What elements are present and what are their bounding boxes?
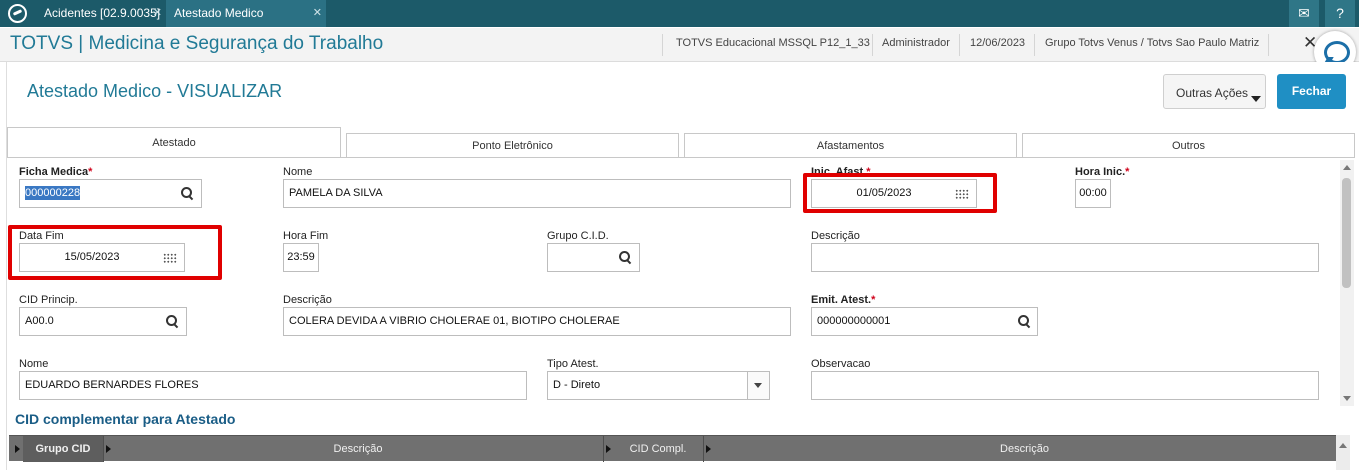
nome-label: Nome bbox=[283, 166, 313, 178]
nome-emit-label: Nome bbox=[19, 358, 49, 370]
scroll-down-icon[interactable] bbox=[1343, 396, 1351, 401]
page-title: Atestado Medico - VISUALIZAR bbox=[27, 81, 283, 101]
hora-inic-label: Hora Inic.* bbox=[1075, 166, 1130, 178]
cid-princip-label: CID Princip. bbox=[19, 294, 78, 306]
grupo-cid-label: Grupo C.I.D. bbox=[547, 230, 609, 242]
descricao-cid-label: Descrição bbox=[283, 294, 332, 306]
search-icon[interactable] bbox=[1018, 315, 1030, 327]
divider bbox=[662, 34, 663, 56]
help-icon[interactable]: ? bbox=[1325, 0, 1355, 27]
close-tab-icon[interactable]: ✕ bbox=[313, 0, 322, 27]
app-title: TOTVS | Medicina e Segurança do Trabalho bbox=[10, 33, 384, 54]
mail-icon[interactable]: ✉ bbox=[1289, 0, 1319, 27]
totvs-logo-icon[interactable] bbox=[8, 4, 27, 23]
chevron-down-icon[interactable] bbox=[747, 372, 769, 399]
grid-scrollbar[interactable] bbox=[1336, 435, 1350, 470]
search-icon[interactable] bbox=[181, 187, 193, 199]
top-bar: Acidentes [02.9.0035] ✕ Atestado Medico … bbox=[0, 0, 1359, 47]
column-divider bbox=[703, 436, 704, 462]
company-label: Grupo Totvs Venus / Totvs Sao Paulo Matr… bbox=[1045, 37, 1260, 49]
descricao-input[interactable] bbox=[811, 243, 1319, 272]
divider bbox=[872, 34, 873, 56]
descricao-cid-input[interactable]: COLERA DEVIDA A VIBRIO CHOLERAE 01, BIOT… bbox=[283, 307, 791, 336]
search-icon[interactable] bbox=[166, 315, 178, 327]
close-tab-icon[interactable]: ✕ bbox=[153, 0, 162, 27]
divider bbox=[1268, 34, 1269, 56]
cid-section-title: CID complementar para Atestado bbox=[15, 411, 236, 427]
fechar-button[interactable]: Fechar bbox=[1277, 74, 1346, 109]
divider bbox=[1034, 34, 1035, 56]
column-grupo-cid[interactable]: Grupo CID bbox=[23, 436, 103, 462]
column-descricao[interactable]: Descrição bbox=[113, 436, 603, 462]
tab-ponto-eletronico[interactable]: Ponto Eletrônico bbox=[346, 133, 679, 157]
app-header: TOTVS | Medicina e Segurança do Trabalho… bbox=[0, 28, 1359, 62]
tab-atestado[interactable]: Atestado bbox=[7, 127, 341, 158]
tipo-atest-value: D - Direto bbox=[553, 379, 601, 391]
ficha-medica-label: Ficha Medica* bbox=[19, 166, 93, 178]
search-icon[interactable] bbox=[619, 251, 631, 263]
column-arrow-icon bbox=[606, 445, 611, 453]
caret-down-icon bbox=[1251, 96, 1261, 102]
ficha-medica-input[interactable]: 000000228 bbox=[19, 179, 202, 208]
observacao-input[interactable] bbox=[811, 371, 1319, 400]
column-divider bbox=[103, 436, 104, 462]
highlight-box bbox=[8, 225, 222, 280]
tipo-atest-label: Tipo Atest. bbox=[547, 358, 599, 370]
tab-outros[interactable]: Outros bbox=[1022, 133, 1355, 157]
tab-afastamentos[interactable]: Afastamentos bbox=[684, 133, 1017, 157]
cid-grid-header: Grupo CID Descrição CID Compl. Descrição bbox=[9, 435, 1336, 462]
scroll-up-icon[interactable] bbox=[1343, 165, 1351, 170]
hora-fim-input[interactable]: 23:59 bbox=[283, 243, 319, 272]
outras-acoes-label: Outras Ações bbox=[1176, 86, 1249, 100]
outras-acoes-button[interactable]: Outras Ações bbox=[1163, 74, 1266, 109]
column-descricao-compl[interactable]: Descrição bbox=[713, 436, 1336, 462]
column-arrow-icon bbox=[15, 445, 20, 453]
descricao-label: Descrição bbox=[811, 230, 860, 242]
form-scrollbar[interactable] bbox=[1340, 160, 1354, 406]
ficha-medica-value: 000000228 bbox=[25, 186, 81, 200]
tab-atestado-medico[interactable]: Atestado Medico [02.9.0035] ✕ bbox=[166, 0, 326, 47]
user-label: Administrador bbox=[882, 37, 950, 49]
tab-label: Acidentes [02.9.0035] bbox=[44, 6, 161, 20]
column-arrow-icon bbox=[106, 445, 111, 453]
tab-acidentes[interactable]: Acidentes [02.9.0035] ✕ bbox=[36, 0, 166, 27]
nome-emit-input[interactable]: EDUARDO BERNARDES FLORES bbox=[19, 371, 527, 400]
observacao-label: Observacao bbox=[811, 358, 871, 370]
column-cid-compl[interactable]: CID Compl. bbox=[613, 436, 703, 462]
tipo-atest-select[interactable]: D - Direto bbox=[547, 371, 770, 400]
nome-input[interactable]: PAMELA DA SILVA bbox=[283, 179, 791, 208]
emit-atest-input[interactable]: 000000000001 bbox=[811, 307, 1038, 336]
hora-fim-label: Hora Fim bbox=[283, 230, 329, 242]
date-label: 12/06/2023 bbox=[970, 37, 1026, 49]
column-divider bbox=[603, 436, 604, 462]
column-arrow-icon bbox=[706, 445, 711, 453]
emit-atest-label: Emit. Atest.* bbox=[811, 294, 876, 306]
environment-label: TOTVS Educacional MSSQL P12_1_33 bbox=[676, 37, 870, 49]
hora-inic-input[interactable]: 00:00 bbox=[1075, 179, 1111, 208]
highlight-box bbox=[803, 173, 997, 213]
cid-princip-input[interactable]: A00.0 bbox=[19, 307, 187, 336]
scroll-thumb[interactable] bbox=[1342, 178, 1351, 288]
divider bbox=[959, 34, 960, 56]
